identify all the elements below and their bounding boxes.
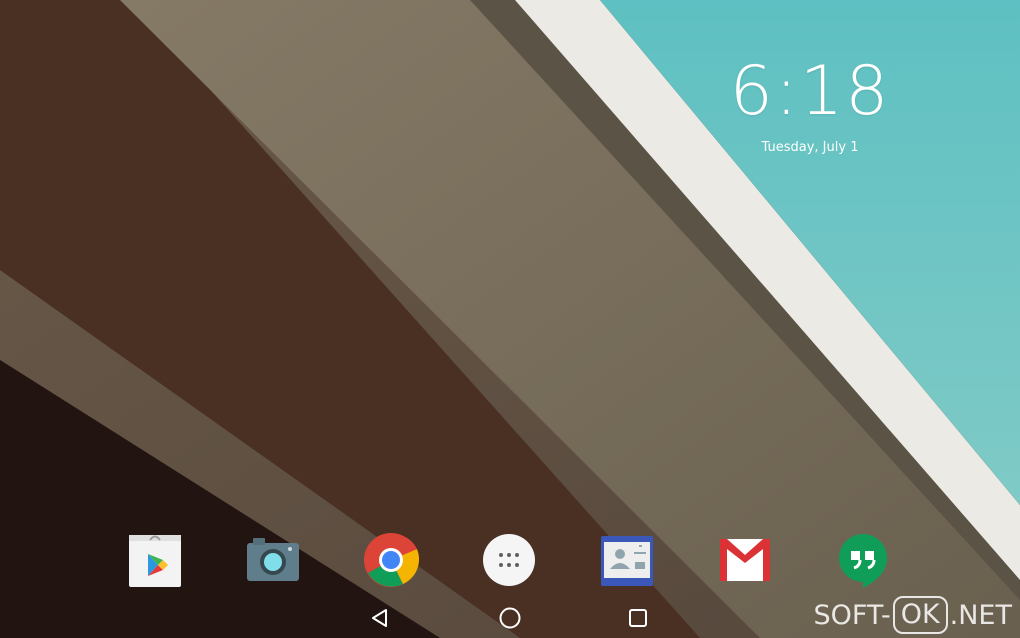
hangouts-icon[interactable] (833, 530, 893, 590)
camera-icon[interactable] (243, 530, 303, 590)
play-store-icon[interactable] (125, 530, 185, 590)
lockscreen-clock: 6:18 (729, 52, 891, 131)
app-drawer-icon[interactable] (479, 530, 539, 590)
watermark-text-ok: OK (892, 596, 948, 634)
app-dock (0, 530, 1020, 592)
recents-icon[interactable] (621, 604, 655, 632)
gmail-icon[interactable] (715, 530, 775, 590)
contacts-icon[interactable] (597, 530, 657, 590)
watermark-text-suffix: .NET (949, 599, 1012, 631)
watermark-text-prefix: SOFT- (813, 599, 891, 631)
chrome-icon[interactable] (361, 530, 421, 590)
watermark: SOFT- OK .NET (813, 596, 1012, 634)
home-icon[interactable] (493, 604, 527, 632)
back-icon[interactable] (363, 604, 397, 632)
lockscreen-date: Tuesday, July 1 (761, 140, 859, 155)
